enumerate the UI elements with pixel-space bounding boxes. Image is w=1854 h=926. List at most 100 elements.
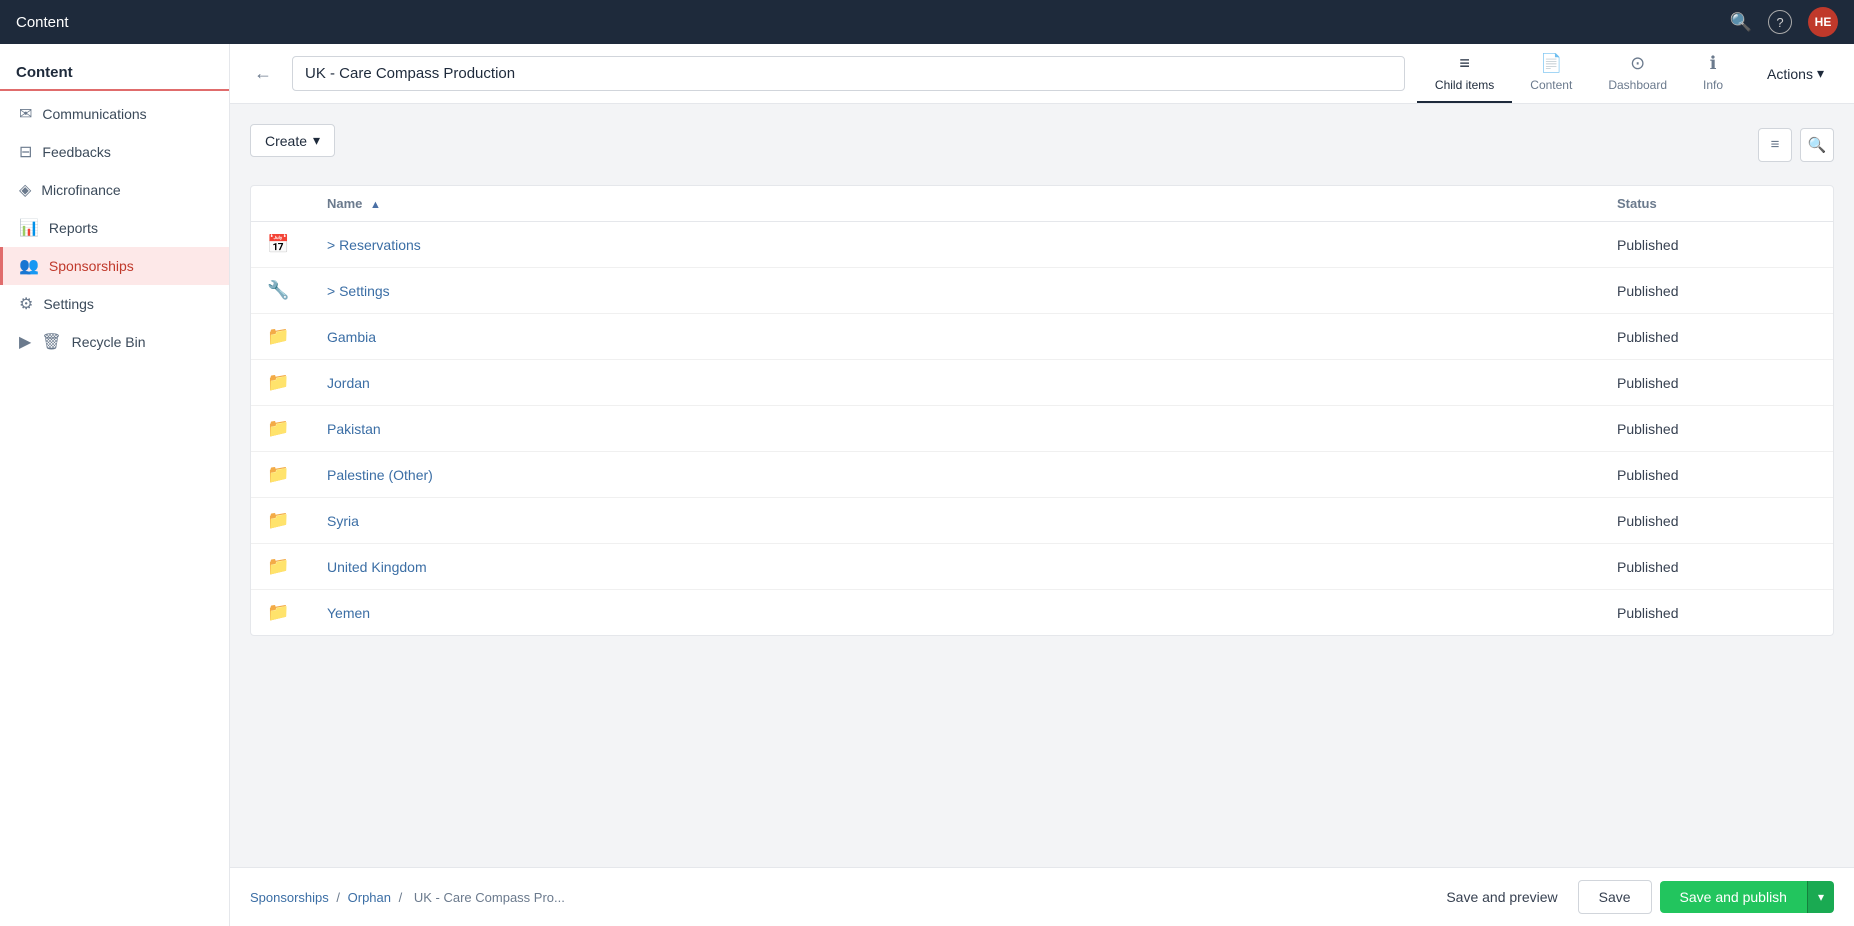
col-icon [267,196,327,211]
row-type-icon: 🔧 [267,280,327,301]
tab-dashboard[interactable]: ⊙ Dashboard [1590,44,1685,103]
row-name-link[interactable]: Syria [327,513,359,529]
dashboard-icon: ⊙ [1630,53,1645,74]
content-header: ← ≡ Child items 📄 Content ⊙ Dashboard ℹ … [230,44,1854,104]
sidebar: Content ✉ Communications ⊟ Feedbacks ◈ M… [0,44,230,926]
page-name-input[interactable] [292,56,1405,91]
row-type-icon: 📁 [267,602,327,623]
row-name-link[interactable]: Palestine (Other) [327,467,433,483]
col-name[interactable]: Name ▲ [327,196,1617,211]
row-type-icon: 📁 [267,510,327,531]
table-row: 📁 Syria Published [251,498,1833,544]
row-status: Published [1617,329,1817,345]
save-preview-button[interactable]: Save and preview [1434,881,1569,913]
row-status: Published [1617,421,1817,437]
row-status: Published [1617,559,1817,575]
row-name: Syria [327,513,1617,529]
tab-label: Dashboard [1608,78,1667,92]
breadcrumb: Sponsorships / Orphan / UK - Care Compas… [250,890,569,905]
actions-button[interactable]: Actions ▾ [1753,57,1838,90]
save-publish-button[interactable]: Save and publish [1660,881,1807,913]
breadcrumb-sep2: / [399,890,406,905]
tab-info[interactable]: ℹ Info [1685,44,1741,103]
row-name: Pakistan [327,421,1617,437]
row-name-link[interactable]: Yemen [327,605,370,621]
table-row: 📁 Gambia Published [251,314,1833,360]
row-name: > Reservations [327,237,1617,253]
avatar[interactable]: HE [1808,7,1838,37]
sidebar-header: Content [0,52,229,91]
row-name: United Kingdom [327,559,1617,575]
table-header: Name ▲ Status [251,186,1833,222]
row-name: Gambia [327,329,1617,345]
row-name: Palestine (Other) [327,467,1617,483]
table-row: 📁 United Kingdom Published [251,544,1833,590]
top-nav: Content 🔍 ? HE [0,0,1854,44]
tab-child-items[interactable]: ≡ Child items [1417,44,1512,103]
col-status: Status [1617,196,1817,211]
tab-content[interactable]: 📄 Content [1512,44,1590,103]
tab-label: Info [1703,78,1723,92]
row-status: Published [1617,283,1817,299]
sidebar-item-label: Settings [43,296,94,312]
feedbacks-icon: ⊟ [19,142,32,162]
sidebar-item-label: Reports [49,220,98,236]
sidebar-item-label: Microfinance [41,182,120,198]
search-icon[interactable]: 🔍 [1730,12,1752,33]
sidebar-item-recycle-bin[interactable]: ▶ 🗑 Recycle Bin [0,323,229,361]
settings-icon: ⚙ [19,294,33,314]
main-content: Create ▾ ≡ 🔍 Name ▲ Status [230,104,1854,867]
sidebar-item-microfinance[interactable]: ◈ Microfinance [0,171,229,209]
table-row: 📁 Palestine (Other) Published [251,452,1833,498]
row-name-link[interactable]: Pakistan [327,421,381,437]
tab-label: Content [1530,78,1572,92]
breadcrumb-sponsorships[interactable]: Sponsorships [250,890,329,905]
sponsorships-icon: 👥 [19,256,39,276]
row-status: Published [1617,467,1817,483]
sidebar-item-feedbacks[interactable]: ⊟ Feedbacks [0,133,229,171]
back-button[interactable]: ← [246,59,280,88]
child-items-icon: ≡ [1459,53,1470,74]
row-name-link[interactable]: > Reservations [327,237,421,253]
actions-label: Actions [1767,66,1813,82]
row-status: Published [1617,237,1817,253]
sidebar-item-label: Feedbacks [42,144,110,160]
breadcrumb-orphan[interactable]: Orphan [348,890,391,905]
row-name-link[interactable]: Gambia [327,329,376,345]
row-name: Yemen [327,605,1617,621]
search-table-button[interactable]: 🔍 [1800,128,1834,162]
content-area: ← ≡ Child items 📄 Content ⊙ Dashboard ℹ … [230,44,1854,926]
list-view-button[interactable]: ≡ [1758,128,1792,162]
row-name-link[interactable]: > Settings [327,283,390,299]
table-row: 📁 Pakistan Published [251,406,1833,452]
sidebar-item-communications[interactable]: ✉ Communications [0,95,229,133]
sidebar-item-reports[interactable]: 📊 Reports [0,209,229,247]
row-status: Published [1617,375,1817,391]
row-type-icon: 📁 [267,556,327,577]
main-layout: Content ✉ Communications ⊟ Feedbacks ◈ M… [0,44,1854,926]
save-button[interactable]: Save [1578,880,1652,914]
row-name-link[interactable]: Jordan [327,375,370,391]
help-icon[interactable]: ? [1768,10,1792,34]
row-type-icon: 📁 [267,464,327,485]
create-caret-icon: ▾ [313,132,320,149]
row-name-link[interactable]: United Kingdom [327,559,427,575]
header-tabs: ≡ Child items 📄 Content ⊙ Dashboard ℹ In… [1417,44,1741,103]
table-row: 📅 > Reservations Published [251,222,1833,268]
sidebar-item-label: Sponsorships [49,258,134,274]
row-type-icon: 📁 [267,326,327,347]
recycle-bin-icon: ▶ [19,332,31,352]
save-publish-caret[interactable]: ▾ [1807,881,1834,913]
row-status: Published [1617,605,1817,621]
breadcrumb-sep1: / [336,890,343,905]
sidebar-item-settings[interactable]: ⚙ Settings [0,285,229,323]
sidebar-item-label: Communications [42,106,146,122]
create-button[interactable]: Create ▾ [250,124,335,157]
sidebar-item-label: Recycle Bin [72,334,146,350]
sidebar-item-sponsorships[interactable]: 👥 Sponsorships [0,247,229,285]
create-label: Create [265,133,307,149]
microfinance-icon: ◈ [19,180,31,200]
table-row: 🔧 > Settings Published [251,268,1833,314]
save-publish-group: Save and publish ▾ [1660,881,1834,913]
table-toolbar: ≡ 🔍 [1758,128,1834,162]
